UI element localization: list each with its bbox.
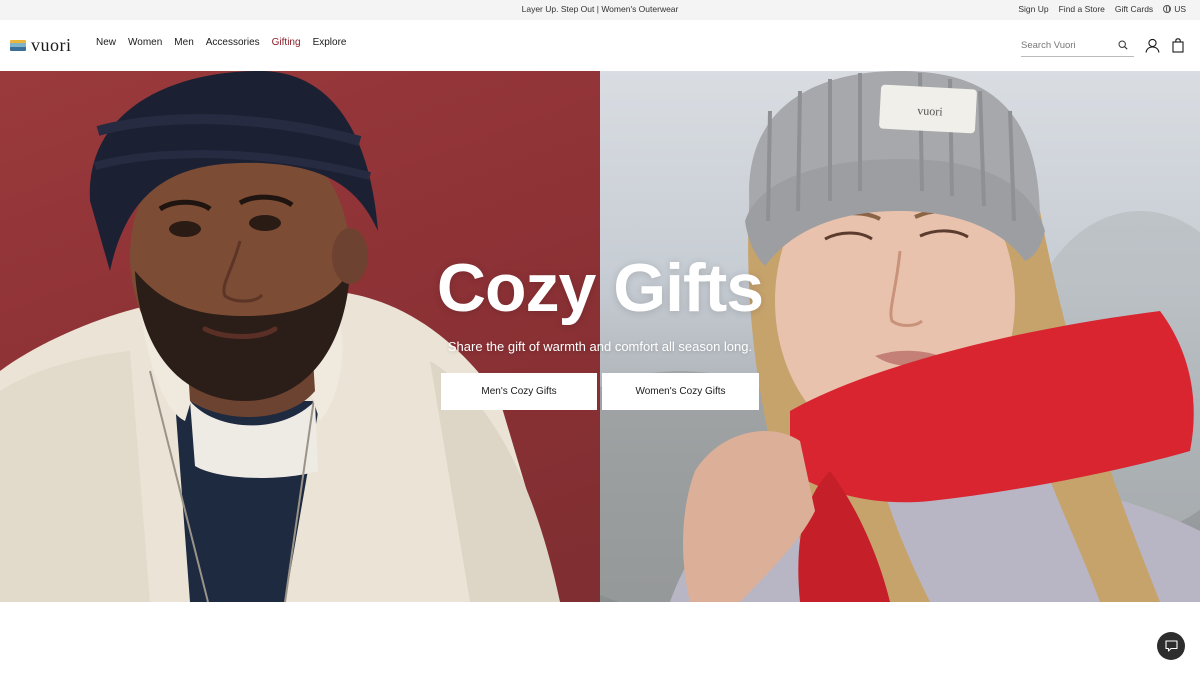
gift-cards-link[interactable]: Gift Cards — [1115, 4, 1153, 14]
mens-cozy-gifts-button[interactable]: Men's Cozy Gifts — [441, 373, 597, 410]
hero-banner: vuori Cozy Gifts Share the gift of warmt… — [0, 71, 1200, 602]
chat-button[interactable] — [1157, 632, 1185, 660]
search-input[interactable] — [1021, 36, 1116, 55]
search-box — [1021, 35, 1134, 57]
account-icon[interactable] — [1145, 38, 1160, 53]
logo-mark-icon — [10, 39, 26, 51]
chat-icon — [1164, 640, 1178, 652]
vuori-logo[interactable]: vuori — [10, 36, 72, 54]
region-selector[interactable]: US — [1163, 4, 1186, 14]
sign-up-link[interactable]: Sign Up — [1018, 4, 1048, 14]
main-nav: New Women Men Accessories Gifting Explor… — [96, 37, 346, 48]
nav-item-accessories[interactable]: Accessories — [206, 37, 260, 48]
nav-item-gifting[interactable]: Gifting — [272, 37, 301, 48]
logo-wordmark: vuori — [31, 35, 72, 55]
search-icon[interactable] — [1118, 40, 1128, 50]
nav-item-women[interactable]: Women — [128, 37, 162, 48]
shopping-bag-icon[interactable] — [1172, 38, 1184, 53]
announcement-link[interactable]: Layer Up. Step Out | Women's Outerwear — [522, 4, 679, 14]
women-portrait-illustration: vuori — [600, 71, 1200, 602]
globe-icon — [1163, 5, 1172, 13]
announcement-bar: Layer Up. Step Out | Women's Outerwear S… — [0, 0, 1200, 20]
site-header: vuori New Women Men Accessories Gifting … — [0, 20, 1200, 71]
hero-image-women[interactable]: vuori — [600, 71, 1200, 602]
men-portrait-illustration — [0, 71, 560, 602]
beanie-label-text: vuori — [917, 103, 944, 118]
logo-stripe-blue — [10, 46, 26, 51]
find-a-store-link[interactable]: Find a Store — [1059, 4, 1105, 14]
nav-item-explore[interactable]: Explore — [313, 37, 347, 48]
region-label: US — [1174, 4, 1186, 14]
hero-image-men[interactable] — [0, 71, 600, 602]
womens-cozy-gifts-button[interactable]: Women's Cozy Gifts — [602, 373, 759, 410]
nav-item-men[interactable]: Men — [174, 37, 193, 48]
utility-links: Sign Up Find a Store Gift Cards US — [1018, 4, 1186, 14]
nav-item-new[interactable]: New — [96, 37, 116, 48]
